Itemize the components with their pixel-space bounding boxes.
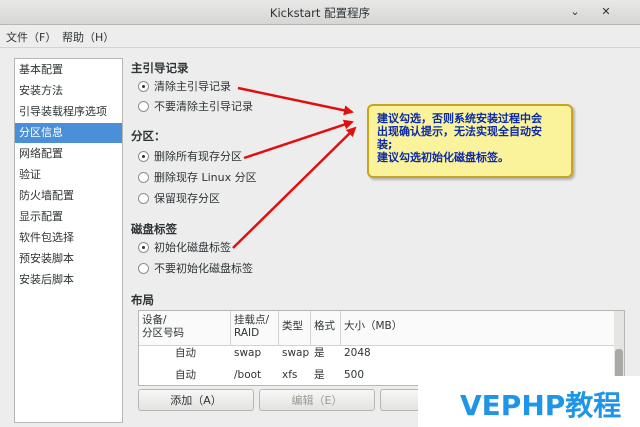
annotation-callout: 建议勾选，否则系统安装过程中会 出现确认提示，无法实现全自动安 装; 建议勾选初…	[367, 104, 573, 178]
arrow-to-disk-label	[232, 126, 357, 249]
window-title: Kickstart 配置程序	[269, 6, 371, 20]
no-init-disk-label: 不要初始化磁盘标签	[154, 262, 253, 275]
watermark: VEPHP教程	[418, 376, 640, 427]
scrollbar-thumb[interactable]	[615, 349, 623, 379]
radio-empty-icon[interactable]	[138, 101, 149, 112]
sidebar-item-partition[interactable]: 分区信息	[15, 123, 122, 143]
minimize-icon[interactable]: ⌄	[567, 4, 583, 20]
remove-all-label: 删除所有现存分区	[154, 150, 242, 163]
partitions-title: 分区：	[131, 129, 166, 143]
sidebar-item-network[interactable]: 网络配置	[15, 144, 122, 164]
sidebar-item-pre-script[interactable]: 预安装脚本	[15, 249, 122, 269]
keep-partitions-label: 保留现存分区	[154, 192, 220, 205]
layout-title: 布局	[131, 293, 154, 307]
column-header-size[interactable]: 大小（MB）	[341, 311, 615, 345]
sidebar-item-display[interactable]: 显示配置	[15, 207, 122, 227]
radio-empty-icon[interactable]	[138, 263, 149, 274]
table-header: 设备/ 分区号码 挂载点/ RAID 类型 格式 大小（MB）	[139, 311, 615, 346]
sidebar-item-post-script[interactable]: 安装后脚本	[15, 270, 122, 290]
menu-help[interactable]: 帮助（H）	[62, 29, 114, 45]
radio-empty-icon[interactable]	[138, 193, 149, 204]
radio-selected-icon[interactable]	[138, 242, 149, 253]
watermark-text: VEPHP教程	[460, 389, 622, 422]
column-header-format[interactable]: 格式	[311, 311, 341, 345]
radio-selected-icon[interactable]	[138, 81, 149, 92]
column-header-type[interactable]: 类型	[279, 311, 311, 345]
add-partition-button[interactable]: 添加（A）	[138, 389, 254, 411]
sidebar-item-install-method[interactable]: 安装方法	[15, 81, 122, 101]
close-icon[interactable]: ✕	[598, 4, 614, 20]
disk-label-title: 磁盘标签	[131, 222, 177, 236]
mbr-title: 主引导记录	[131, 61, 189, 75]
arrow-to-partitions	[243, 119, 354, 160]
mbr-keep-label: 不要清除主引导记录	[154, 100, 253, 113]
column-header-device[interactable]: 设备/ 分区号码	[139, 311, 231, 345]
table-scrollbar[interactable]	[614, 311, 624, 385]
sidebar-item-firewall[interactable]: 防火墙配置	[15, 186, 122, 206]
edit-partition-button[interactable]: 编辑（E）	[259, 389, 375, 411]
menu-bar: 文件（F） 帮助（H）	[0, 25, 640, 48]
partition-table[interactable]: 设备/ 分区号码 挂载点/ RAID 类型 格式 大小（MB） 自动 swap …	[138, 310, 625, 386]
remove-linux-label: 删除现存 Linux 分区	[154, 171, 257, 184]
title-bar: Kickstart 配置程序 ⌄ ✕	[0, 0, 640, 25]
arrow-to-mbr	[237, 86, 354, 116]
callout-line: 出现确认提示，无法实现全自动安	[377, 125, 542, 138]
sidebar: 基本配置 安装方法 引导装载程序选项 分区信息 网络配置 验证 防火墙配置 显示…	[14, 58, 123, 423]
callout-line: 建议勾选，否则系统安装过程中会	[377, 112, 542, 125]
radio-selected-icon[interactable]	[138, 151, 149, 162]
radio-empty-icon[interactable]	[138, 172, 149, 183]
init-disk-label: 初始化磁盘标签	[154, 241, 231, 254]
sidebar-item-auth[interactable]: 验证	[15, 165, 122, 185]
callout-line: 装;	[377, 138, 393, 151]
sidebar-item-bootloader[interactable]: 引导装载程序选项	[15, 102, 122, 122]
menu-file[interactable]: 文件（F）	[6, 29, 56, 45]
mbr-clear-label: 清除主引导记录	[154, 80, 231, 93]
column-header-mount[interactable]: 挂载点/ RAID	[231, 311, 279, 345]
callout-line: 建议勾选初始化磁盘标签。	[377, 151, 509, 164]
sidebar-item-basic[interactable]: 基本配置	[15, 60, 122, 80]
sidebar-item-packages[interactable]: 软件包选择	[15, 228, 122, 248]
